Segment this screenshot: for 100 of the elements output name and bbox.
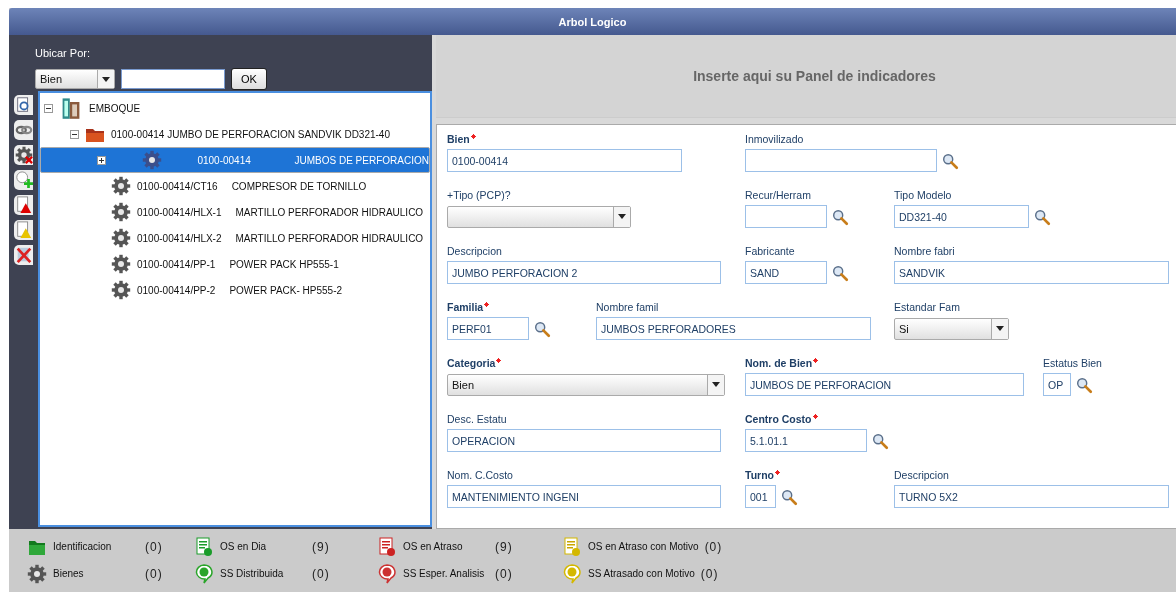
gear-icon [27, 563, 47, 584]
legend-count: (0) [704, 539, 723, 554]
tree-item[interactable]: 0100-00414/HLX-1 MARTILLO PERFORADOR HIDRAULICO [40, 199, 430, 225]
search-icon[interactable] [780, 487, 798, 506]
window-title: Arbol Logico [558, 15, 627, 28]
input-field[interactable]: 5.1.01.1 [745, 429, 867, 452]
field-label: Nom. C.Costo [447, 469, 514, 482]
tool-button[interactable] [14, 220, 33, 240]
warning-document-icon [14, 221, 33, 239]
field-label: Estatus Bien [1043, 357, 1103, 370]
tree-item[interactable]: 0100-00414 JUMBOS DE PERFORACION [40, 147, 430, 173]
search-icon[interactable] [831, 263, 849, 282]
input-field[interactable]: SAND [745, 261, 827, 284]
legend-count: (9) [312, 539, 330, 554]
input-field[interactable]: 0100-00414 [447, 149, 682, 172]
search-icon[interactable] [1075, 375, 1093, 394]
dropdown[interactable]: Bien [447, 373, 725, 396]
node-label: COMPRESOR DE TORNILLO [231, 180, 367, 192]
input-field[interactable]: 001 [745, 485, 776, 508]
field-label: Centro Costo [745, 413, 894, 426]
tool-button[interactable] [14, 245, 33, 265]
input-field[interactable]: OPERACION [447, 429, 721, 452]
tree-item[interactable]: 0100-00414/PP-2 POWER PACK- HP555-2 [40, 277, 430, 303]
field-label: Fabricante [745, 245, 796, 258]
node-code: 0100-00414/HLX-1 [137, 206, 222, 218]
legend-label: SS Atrasado con Motivo [588, 568, 695, 579]
legend-label: Bienes [53, 568, 85, 579]
field-label: Desc. Estatu [447, 413, 508, 426]
input-field[interactable] [745, 205, 827, 228]
tool-button[interactable] [14, 120, 33, 140]
search-icon[interactable] [1033, 207, 1051, 226]
node-code: 0100-00414/PP-1 [137, 258, 216, 270]
input-field[interactable]: PERF01 [447, 317, 529, 340]
tool-button[interactable] [14, 145, 33, 165]
tool-button[interactable] [14, 195, 33, 215]
field-label: Inmovilizado [745, 133, 805, 146]
tool-button[interactable] [14, 170, 33, 190]
locate-label: Ubicar Por: [35, 47, 91, 59]
locate-type-select[interactable]: Bien [35, 69, 115, 89]
tree-item[interactable]: 0100-00414/CT16 COMPRESOR DE TORNILLO [40, 173, 430, 199]
input-field[interactable]: JUMBOS DE PERFORACION [745, 373, 1024, 396]
search-icon[interactable] [831, 207, 849, 226]
input-field[interactable]: JUMBOS PERFORADORES [596, 317, 871, 340]
input-field[interactable] [745, 149, 937, 172]
gear-icon [111, 254, 131, 274]
node-code: 0100-00414/HLX-2 [137, 232, 222, 244]
document-icon [562, 536, 582, 557]
legend-label: SS Esper. Analisis [403, 568, 486, 579]
caret-icon [97, 70, 114, 88]
input-field[interactable]: OP [1043, 373, 1071, 396]
search-icon[interactable] [871, 431, 889, 450]
gear-icon [111, 228, 131, 248]
input-field[interactable]: SANDVIK [894, 261, 1169, 284]
input-field[interactable]: MANTENIMIENTO INGENI [447, 485, 721, 508]
legend-count: (9) [495, 539, 513, 554]
search-icon[interactable] [533, 319, 551, 338]
node-label: MARTILLO PERFORADOR HIDRAULICO [235, 232, 424, 244]
collapse-icon[interactable] [44, 103, 53, 113]
delete-icon [14, 246, 33, 264]
warning-document-icon [14, 196, 33, 214]
expand-icon[interactable] [97, 155, 106, 165]
search-field[interactable] [121, 69, 225, 89]
tree-item[interactable]: 0100-00414 JUMBO DE PERFORACION SANDVIK DD321-40 [40, 121, 430, 147]
search-icon[interactable] [941, 151, 959, 170]
legend-count: (0) [145, 539, 163, 554]
tree-item[interactable]: 0100-00414/PP-1 POWER PACK HP555-1 [40, 251, 430, 277]
node-code: 0100-00414/PP-2 [137, 284, 216, 296]
input-field[interactable]: TURNO 5X2 [894, 485, 1169, 508]
field-label: Estandar Fam [894, 301, 961, 314]
field-label: Nombre fabri [894, 245, 956, 258]
node-label: POWER PACK HP555-1 [229, 258, 339, 270]
document-icon [194, 536, 214, 557]
input-field[interactable]: DD321-40 [894, 205, 1029, 228]
field-label: Descripcion [894, 469, 950, 482]
collapse-icon[interactable] [70, 129, 79, 139]
gear-icon [141, 150, 162, 170]
node-label: POWER PACK- HP555-2 [229, 284, 343, 296]
ok-button[interactable]: OK [231, 68, 267, 90]
caret-icon [613, 206, 630, 227]
tree-item[interactable]: EMBOQUE [40, 95, 430, 121]
legend-label: SS Distribuida [220, 568, 285, 579]
legend-label: OS en Atraso con Motivo [588, 541, 699, 552]
field-label: Nombre famil [596, 301, 660, 314]
legend-count: (0) [700, 566, 719, 581]
indicator-text: Inserte aqui su Panel de indicadores [693, 68, 936, 84]
speech-bubble-icon [562, 563, 582, 584]
field-label: Recur/Herram [745, 189, 812, 202]
legend-count: (0) [495, 566, 513, 581]
document-icon [377, 536, 397, 557]
tool-button[interactable] [14, 95, 33, 115]
field-label: Bien [447, 133, 596, 146]
tree-item[interactable]: 0100-00414/HLX-2 MARTILLO PERFORADOR HIDRAULICO [40, 225, 430, 251]
field-label: Familia [447, 301, 596, 314]
caret-icon [991, 318, 1008, 339]
dropdown[interactable]: Si [894, 317, 1009, 340]
node-label: JUMBOS DE PERFORACION [294, 154, 429, 166]
gear-icon [111, 176, 131, 196]
input-field[interactable]: JUMBO PERFORACION 2 [447, 261, 721, 284]
speech-bubble-icon [194, 563, 214, 584]
legend-label: Identificacion [53, 541, 113, 552]
